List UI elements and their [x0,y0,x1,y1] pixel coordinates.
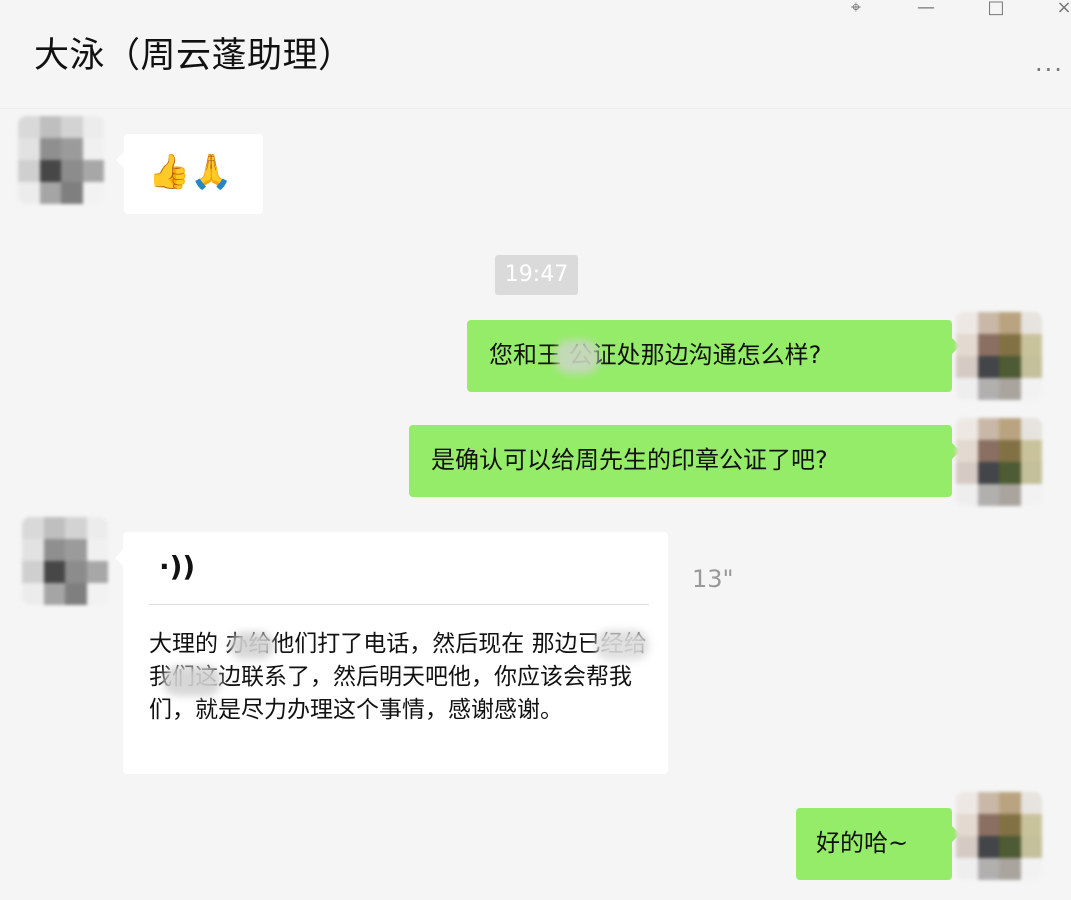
minimize-icon[interactable]: — [912,0,940,22]
chat-window: 大泳（周云蓬助理） ⌖ — □ × ··· 👍🙏 19:47 您和王 公证处那边… [0,0,1071,900]
user-avatar[interactable] [956,418,1042,506]
transcript-divider [149,604,649,605]
voice-message-with-transcript[interactable]: ·)) 大理的 办给他们打了电话，然后现在 那边已经给我们这边联系了，然后明天吧… [115,532,668,774]
blurred-name-patch [555,340,599,374]
message-text: 好的哈~ [816,829,909,857]
blurred-text-patch [595,630,649,660]
blurred-text-patch [230,632,274,659]
user-avatar[interactable] [956,792,1042,880]
chat-header: 大泳（周云蓬助理） ⌖ — □ × ··· [0,0,1071,109]
received-emoji-message[interactable]: 👍🙏 [116,134,263,214]
header-divider [0,108,1071,109]
blurred-text-patch [163,666,221,696]
more-icon[interactable]: ··· [1035,58,1064,82]
voice-transcript-text: 大理的 办给他们打了电话，然后现在 那边已经给我们这边联系了，然后明天吧他，你应… [149,631,647,723]
voice-duration: 13" [692,565,734,593]
sent-message-bubble[interactable]: 您和王 公证处那边沟通怎么样? [467,320,960,392]
sent-message-bubble[interactable]: 是确认可以给周先生的印章公证了吧? [409,425,960,497]
thumbs-up-and-pray-emoji: 👍🙏 [148,152,233,192]
pin-icon[interactable]: ⌖ [842,0,870,22]
message-text: 是确认可以给周先生的印章公证了吧? [431,446,828,474]
user-avatar[interactable] [956,312,1042,400]
message-text: 您和王 公证处那边沟通怎么样? [489,341,822,369]
voice-play-icon[interactable]: ·)) [159,552,195,582]
timestamp-badge: 19:47 [495,255,578,295]
maximize-icon[interactable]: □ [982,0,1010,22]
contact-avatar[interactable] [22,517,108,605]
contact-avatar[interactable] [18,116,104,204]
chat-title: 大泳（周云蓬助理） [34,36,354,76]
sent-message-bubble[interactable]: 好的哈~ [796,808,960,880]
close-icon[interactable]: × [1050,0,1071,22]
